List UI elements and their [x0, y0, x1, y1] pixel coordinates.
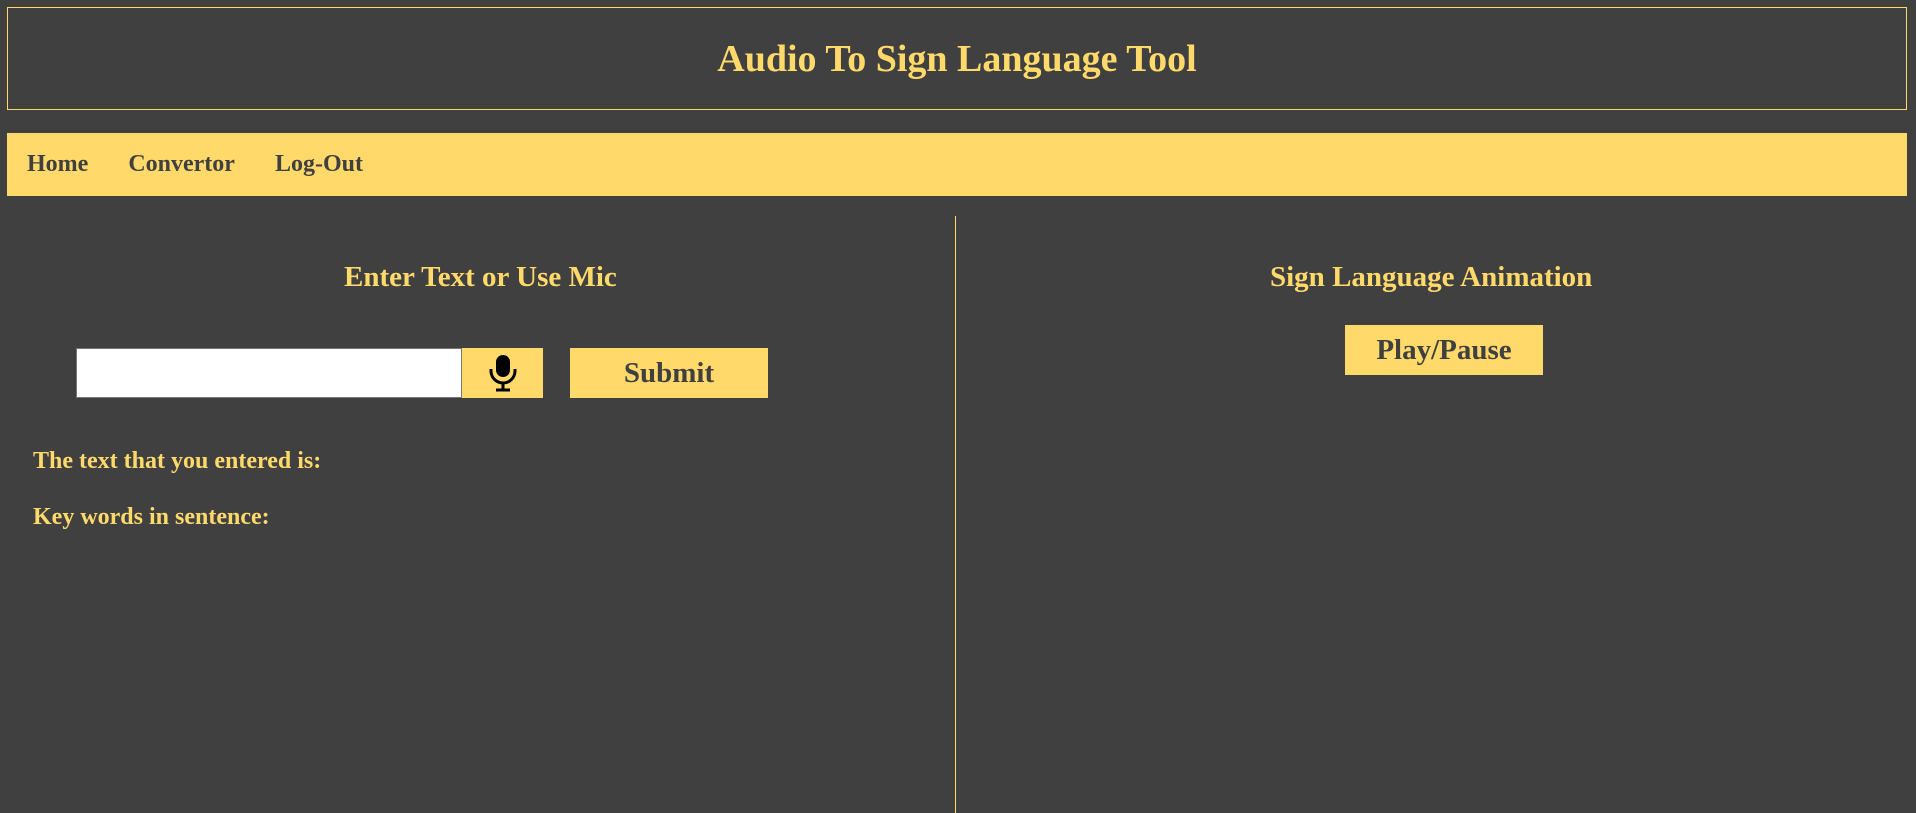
input-section-title: Enter Text or Use Mic — [344, 261, 617, 293]
nav-link-home[interactable]: Home — [27, 151, 88, 178]
page-header: Audio To Sign Language Tool — [7, 7, 1907, 110]
play-pause-button[interactable]: Play/Pause — [1345, 325, 1543, 375]
nav-link-convertor[interactable]: Convertor — [128, 151, 235, 178]
keywords-label: Key words in sentence: — [33, 504, 270, 530]
microphone-icon — [487, 354, 519, 392]
page-title: Audio To Sign Language Tool — [717, 37, 1197, 80]
animation-section-title: Sign Language Animation — [1270, 261, 1593, 293]
animation-panel: Sign Language Animation Play/Pause — [956, 216, 1916, 813]
navbar: Home Convertor Log-Out — [7, 133, 1907, 196]
entered-text-label: The text that you entered is: — [33, 448, 322, 474]
mic-button[interactable] — [462, 348, 543, 398]
speech-text-input[interactable] — [76, 348, 462, 398]
submit-button[interactable]: Submit — [570, 348, 768, 398]
nav-link-logout[interactable]: Log-Out — [275, 151, 363, 178]
converter-panel: Enter Text or Use Mic Submit The text th… — [0, 216, 955, 813]
